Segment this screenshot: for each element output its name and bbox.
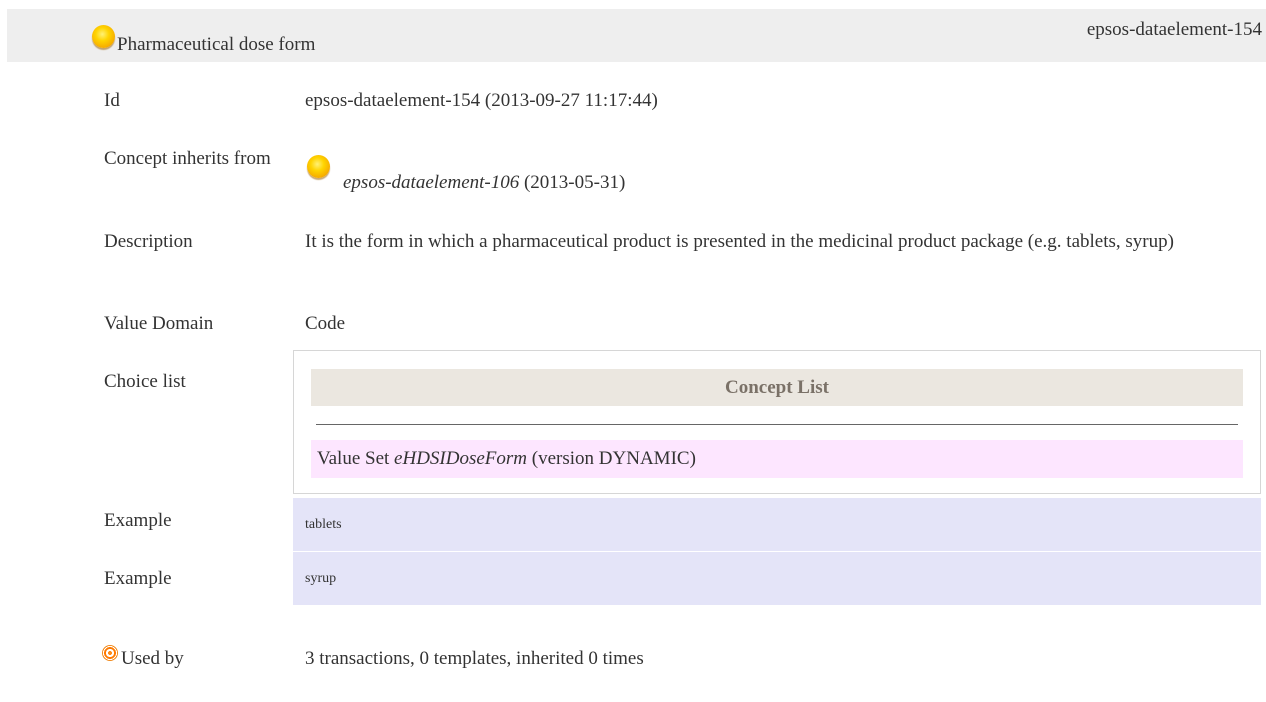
concept-orb-icon <box>92 25 115 48</box>
example-label: Example <box>104 510 172 531</box>
value-domain-value: Code <box>305 313 346 334</box>
used-by-label: Used by <box>121 648 184 669</box>
value-domain-label: Value Domain <box>104 313 214 334</box>
id-value: epsos-dataelement-154 (2013-09-27 11:17:… <box>305 90 658 111</box>
concept-id-label: epsos-dataelement-154 <box>1086 19 1262 40</box>
example-label: Example <box>104 568 172 589</box>
example-value: tablets <box>293 498 1261 551</box>
value-set-prefix: Value Set <box>317 448 390 469</box>
value-set-version: (version DYNAMIC) <box>531 448 696 469</box>
id-label: Id <box>104 90 120 111</box>
used-by-value: 3 transactions, 0 templates, inherited 0… <box>305 648 644 669</box>
inherits-link[interactable]: epsos-dataelement-106 <box>343 172 519 193</box>
choice-list-box: Concept List Value Set eHDSIDoseForm (ve… <box>293 350 1261 494</box>
inherits-label: Concept inherits from <box>104 148 271 169</box>
divider <box>316 424 1238 425</box>
concept-list-header: Concept List <box>311 369 1243 406</box>
value-set-row: Value Set eHDSIDoseForm (version DYNAMIC… <box>311 440 1243 478</box>
inherits-value: epsos-dataelement-106 (2013-05-31) <box>343 172 625 194</box>
inherits-date: (2013-05-31) <box>523 172 626 193</box>
example-value: syrup <box>293 552 1261 605</box>
description-label: Description <box>104 231 193 252</box>
target-icon <box>102 645 118 661</box>
choice-list-label: Choice list <box>104 371 186 392</box>
value-set-name[interactable]: eHDSIDoseForm <box>394 448 527 469</box>
description-value: It is the form in which a pharmaceutical… <box>305 231 1174 252</box>
concept-orb-icon <box>307 155 330 178</box>
concept-title: Pharmaceutical dose form <box>117 34 316 55</box>
